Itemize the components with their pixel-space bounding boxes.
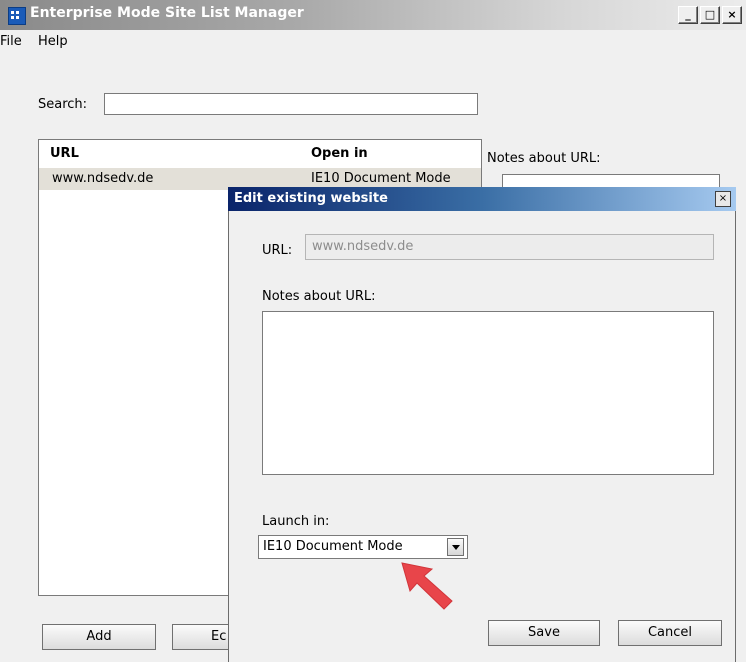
close-button[interactable]: ×	[722, 6, 742, 24]
row-open-in-cell: IE10 Document Mode	[311, 171, 451, 186]
url-label: URL:	[262, 243, 293, 258]
notes-label: Notes about URL:	[487, 151, 601, 166]
search-label: Search:	[38, 97, 88, 112]
launch-in-selected-value: IE10 Document Mode	[263, 539, 403, 554]
column-header-url[interactable]: URL	[50, 146, 79, 161]
launch-in-label: Launch in:	[262, 514, 330, 529]
chevron-down-icon[interactable]	[447, 538, 464, 556]
dialog-notes-label: Notes about URL:	[262, 289, 376, 304]
column-header-open-in[interactable]: Open in	[311, 146, 368, 161]
cancel-button[interactable]: Cancel	[618, 620, 722, 646]
menu-help[interactable]: Help	[38, 34, 68, 49]
dialog-notes-textarea[interactable]	[262, 311, 714, 475]
menu-file[interactable]: File	[0, 34, 22, 49]
search-input[interactable]	[104, 93, 478, 115]
dialog-close-button[interactable]: ×	[715, 191, 731, 207]
app-icon	[8, 7, 26, 25]
minimize-button[interactable]: _	[678, 6, 698, 24]
save-button[interactable]: Save	[488, 620, 600, 646]
row-url-cell: www.ndsedv.de	[52, 171, 154, 186]
maximize-button[interactable]: □	[700, 6, 720, 24]
url-field: www.ndsedv.de	[305, 234, 714, 260]
pointer-arrow-icon	[401, 562, 453, 610]
add-button[interactable]: Add	[42, 624, 156, 650]
dialog-title: Edit existing website	[234, 191, 388, 206]
window-title: Enterprise Mode Site List Manager	[30, 5, 304, 21]
